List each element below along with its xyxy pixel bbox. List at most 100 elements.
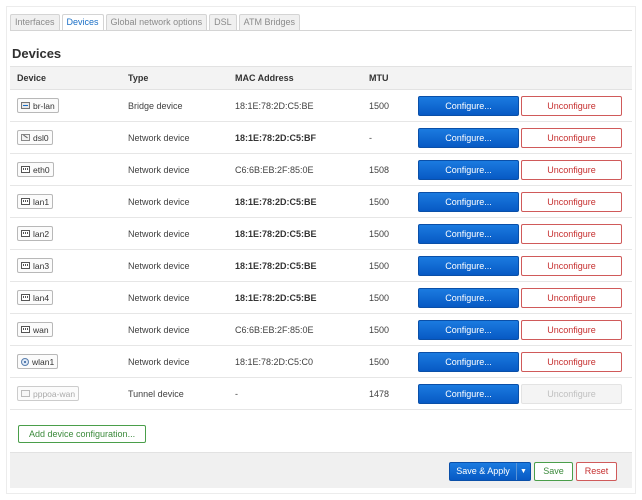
ethernet-port-icon [21,326,30,333]
mtu-value: 1500 [369,260,390,271]
header-mtu: MTU [369,73,389,83]
mac-address: 18:1E:78:2D:C5:BE [235,260,317,271]
tab-interfaces[interactable]: Interfaces [10,14,60,31]
page-footer: Save & Apply ▼ Save Reset [10,452,632,488]
table-row: pppoa-wan Tunnel device - 1478 Configure… [10,378,632,410]
device-type: Network device [128,228,190,239]
chevron-down-icon[interactable]: ▼ [516,463,530,480]
configure-button[interactable]: Configure... [418,159,519,180]
save-button[interactable]: Save [534,462,573,481]
table-header: Device Type MAC Address MTU [10,66,632,90]
device-badge: eth0 [17,162,54,177]
mac-address: 18:1E:78:2D:C5:BE [235,100,314,111]
save-apply-button[interactable]: Save & Apply ▼ [449,462,531,481]
unconfigure-button[interactable]: Unconfigure [521,319,622,340]
tab-divider [10,30,632,31]
tab-atm-bridges[interactable]: ATM Bridges [238,14,300,31]
device-badge: dsl0 [17,130,53,145]
mac-address: 18:1E:78:2D:C5:BF [235,132,317,143]
ethernet-port-icon [21,294,30,301]
table-row: wlan1 Network device 18:1E:78:2D:C5:C0 1… [10,346,632,378]
device-badge: lan4 [17,290,54,305]
page-title: Devices [12,46,62,61]
devices-table: Device Type MAC Address MTU br-lan Bridg… [10,66,632,410]
configure-button[interactable]: Configure... [418,191,519,212]
mtu-value: 1500 [369,324,390,335]
device-badge: lan1 [17,194,54,209]
unconfigure-button[interactable]: Unconfigure [521,351,622,372]
device-badge: wan [17,322,53,337]
configure-button[interactable]: Configure... [418,319,519,340]
mtu-value: 1478 [369,388,390,399]
table-row: lan2 Network device 18:1E:78:2D:C5:BE 15… [10,218,632,250]
configure-button[interactable]: Configure... [418,95,519,116]
device-name: br-lan [33,100,55,111]
tab-dsl[interactable]: DSL [209,14,237,31]
ethernet-port-icon [21,262,30,269]
mac-address: 18:1E:78:2D:C5:BE [235,292,317,303]
table-row: lan1 Network device 18:1E:78:2D:C5:BE 15… [10,186,632,218]
mtu-value: 1500 [369,100,390,111]
ethernet-port-icon [21,198,30,205]
bridge-icon [21,102,30,109]
device-type: Network device [128,260,190,271]
configure-button[interactable]: Configure... [418,255,519,276]
device-name: lan1 [33,196,50,207]
add-device-configuration-button[interactable]: Add device configuration... [18,425,147,443]
table-row: dsl0 Network device 18:1E:78:2D:C5:BF - … [10,122,632,154]
mtu-value: 1500 [369,292,390,303]
tab-devices[interactable]: Devices [61,14,104,31]
configure-button[interactable]: Configure... [418,127,519,148]
mtu-value: - [369,132,372,143]
table-row: br-lan Bridge device 18:1E:78:2D:C5:BE 1… [10,90,632,122]
mac-address: - [235,388,238,399]
configure-button[interactable]: Configure... [418,383,519,404]
device-type: Network device [128,164,190,175]
device-type: Network device [128,324,190,335]
device-name: wlan1 [32,356,55,367]
mtu-value: 1500 [369,228,390,239]
configure-button[interactable]: Configure... [418,351,519,372]
unconfigure-button[interactable]: Unconfigure [521,159,622,180]
unconfigure-button[interactable]: Unconfigure [521,127,622,148]
device-badge: lan3 [17,258,54,273]
reset-button[interactable]: Reset [576,462,617,481]
table-row: eth0 Network device C6:6B:EB:2F:85:0E 15… [10,154,632,186]
device-name: eth0 [33,164,50,175]
mac-address: C6:6B:EB:2F:85:0E [235,324,314,335]
tab-global-network-options[interactable]: Global network options [105,14,208,31]
header-type: Type [128,73,149,83]
unconfigure-button[interactable]: Unconfigure [521,191,622,212]
device-name: pppoa-wan [33,388,76,399]
mtu-value: 1508 [369,164,390,175]
unconfigure-button[interactable]: Unconfigure [521,287,622,308]
unconfigure-button: Unconfigure [521,383,622,404]
tab-bar: Interfaces Devices Global network option… [10,14,302,31]
device-type: Network device [128,132,190,143]
device-badge: pppoa-wan [17,386,80,401]
wifi-icon [21,357,29,366]
unconfigure-button[interactable]: Unconfigure [521,255,622,276]
ethernet-port-icon [21,166,30,173]
device-type: Network device [128,196,190,207]
tunnel-icon [21,390,30,397]
unconfigure-button[interactable]: Unconfigure [521,223,622,244]
device-name: dsl0 [33,132,49,143]
device-type: Network device [128,292,190,303]
device-name: lan2 [33,228,50,239]
ethernet-port-icon [21,230,30,237]
unconfigure-button[interactable]: Unconfigure [521,95,622,116]
configure-button[interactable]: Configure... [418,223,519,244]
device-badge: wlan1 [17,354,59,369]
device-badge: br-lan [17,98,59,113]
device-name: lan3 [33,260,50,271]
mtu-value: 1500 [369,356,390,367]
device-name: lan4 [33,292,50,303]
mac-address: 18:1E:78:2D:C5:BE [235,196,317,207]
device-type: Tunnel device [128,388,184,399]
dsl-icon [21,134,30,141]
device-type: Bridge device [128,100,183,111]
device-name: wan [33,324,49,335]
configure-button[interactable]: Configure... [418,287,519,308]
mac-address: 18:1E:78:2D:C5:BE [235,228,317,239]
